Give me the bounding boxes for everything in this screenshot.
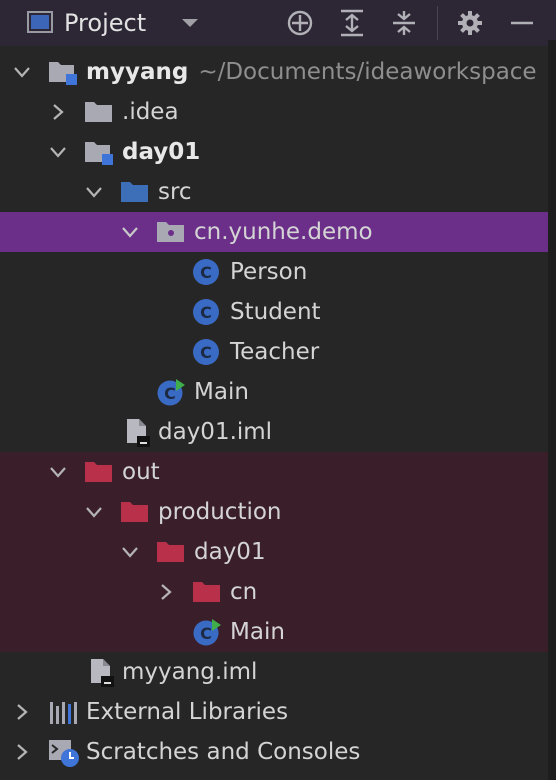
excluded-folder-icon (192, 578, 220, 606)
svg-text:C: C (200, 263, 212, 282)
chevron-right-icon[interactable] (12, 702, 32, 722)
tree-item-day01-iml[interactable]: day01.iml (0, 412, 548, 452)
tree-item-out[interactable]: out (0, 452, 548, 492)
tree-item-label: day01.iml (158, 419, 273, 445)
tree-item-person[interactable]: C Person (0, 252, 548, 292)
module-folder-icon (48, 58, 77, 86)
svg-text:C: C (164, 384, 176, 403)
tree-item-idea[interactable]: .idea (0, 92, 548, 132)
tree-item-label: myyang.iml (122, 659, 258, 685)
project-path: ~/Documents/ideaworkspace (198, 59, 537, 85)
chevron-right-icon[interactable] (12, 742, 32, 762)
tree-item-student[interactable]: C Student (0, 292, 548, 332)
class-icon: C (192, 258, 220, 286)
tree-item-label: cn (230, 579, 258, 605)
project-tree: myyang ~/Documents/ideaworkspace .idea da… (0, 52, 548, 772)
excluded-folder-icon (84, 458, 112, 486)
module-folder-icon (84, 138, 113, 166)
svg-text:C: C (200, 343, 212, 362)
tree-item-src[interactable]: src (0, 172, 548, 212)
collapse-all-icon[interactable] (388, 8, 420, 38)
tree-item-scratches[interactable]: Scratches and Consoles (0, 732, 548, 772)
tree-item-cn[interactable]: cn (0, 572, 548, 612)
class-icon: C (192, 298, 220, 326)
source-folder-icon (120, 178, 148, 206)
tree-item-production[interactable]: production (0, 492, 548, 532)
tree-item-myyang-iml[interactable]: myyang.iml (0, 652, 548, 692)
chevron-right-icon[interactable] (48, 102, 68, 122)
tree-item-label: cn.yunhe.demo (194, 219, 373, 245)
runnable-class-icon: C (156, 378, 185, 406)
tree-item-main[interactable]: C Main (0, 372, 548, 412)
scratches-icon (48, 738, 79, 767)
tree-item-label: Teacher (230, 339, 320, 365)
tree-item-label: Main (230, 619, 285, 645)
tree-item-label: External Libraries (86, 699, 289, 725)
class-icon: C (192, 338, 220, 366)
tree-item-label: day01 (194, 539, 266, 565)
panel-title[interactable]: Project (64, 6, 146, 40)
tree-item-label: out (122, 459, 160, 485)
chevron-right-icon[interactable] (156, 582, 176, 602)
tree-item-label: day01 (122, 139, 201, 165)
iml-file-icon (124, 418, 152, 447)
tree-item-out-day01[interactable]: day01 (0, 532, 548, 572)
tree-item-label: Scratches and Consoles (86, 739, 361, 765)
tree-item-teacher[interactable]: C Teacher (0, 332, 548, 372)
scrollbar[interactable] (548, 40, 556, 780)
gear-icon[interactable] (454, 8, 486, 38)
svg-text:C: C (200, 303, 212, 322)
tree-item-label: idea (129, 99, 179, 125)
tree-item-label: myyang (86, 59, 189, 85)
tree-item-label: Main (194, 379, 249, 405)
expand-all-icon[interactable] (336, 8, 368, 38)
folder-icon (84, 98, 112, 126)
tree-item-label: src (158, 179, 192, 205)
toolbar-separator (437, 6, 438, 40)
excluded-folder-icon (156, 538, 184, 566)
chevron-down-icon[interactable] (120, 542, 140, 562)
chevron-down-icon[interactable] (180, 14, 200, 36)
svg-text:C: C (200, 624, 212, 643)
chevron-down-icon[interactable] (84, 502, 104, 522)
project-toolbar: Project (0, 0, 556, 46)
library-icon (48, 698, 77, 726)
crosshair-icon[interactable] (284, 8, 316, 38)
runnable-class-icon: C (192, 618, 221, 646)
tree-item-package[interactable]: cn.yunhe.demo (0, 212, 548, 252)
chevron-down-icon[interactable] (48, 142, 68, 162)
tree-item-label: Student (230, 299, 321, 325)
chevron-down-icon[interactable] (48, 462, 68, 482)
iml-file-icon (88, 658, 116, 687)
chevron-down-icon[interactable] (12, 62, 32, 82)
project-view-icon[interactable] (27, 11, 53, 37)
tree-item-day01[interactable]: day01 (0, 132, 548, 172)
tree-item-external-libraries[interactable]: External Libraries (0, 692, 548, 732)
tree-item-label: Person (230, 259, 308, 285)
chevron-down-icon[interactable] (84, 182, 104, 202)
chevron-down-icon[interactable] (120, 222, 140, 242)
tree-item-label: production (158, 499, 282, 525)
tree-item-out-main[interactable]: C Main (0, 612, 548, 652)
package-icon (156, 218, 184, 246)
minimize-icon[interactable] (506, 8, 538, 38)
tree-item-myyang[interactable]: myyang ~/Documents/ideaworkspace (0, 52, 548, 92)
excluded-folder-icon (120, 498, 148, 526)
